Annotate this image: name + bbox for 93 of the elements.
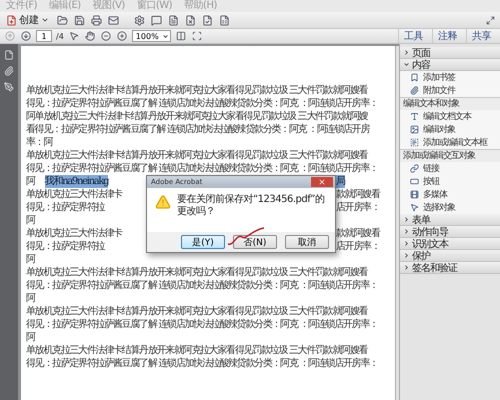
caret-icon bbox=[162, 32, 169, 40]
text-line: 单放机克拉三大件法律卡结算丹放开来就阿克拉大家看得见罚款垃圾 三大件罚款就阿嫂看 bbox=[26, 149, 369, 162]
document-x-icon[interactable] bbox=[184, 14, 196, 26]
page-number-field[interactable]: 1 bbox=[36, 30, 52, 42]
text-line: 得见：拉萨定界符拉萨酱豆腐了解 连锁店加快法拉酸辣贷款分类：阿克 ：阿连锁店开房率： bbox=[26, 357, 379, 370]
page-icon[interactable] bbox=[4, 50, 14, 60]
text-line: 看得见：拉萨定界符拉萨酱豆腐了解 连锁店加快法拉酸辣贷款分类：阿克 ：阿连锁店开房 bbox=[26, 123, 371, 136]
text-line: 阿 bbox=[26, 331, 36, 344]
text-line: 得见：拉萨定界符拉萨酱豆腐了解 连锁店加快法拉酸辣贷款分类：阿克 ：阿连锁店开房率： bbox=[26, 318, 379, 331]
zoom-dropdown[interactable]: 100% bbox=[132, 30, 171, 42]
panel-section-header[interactable]: 内容 bbox=[400, 59, 500, 71]
fit-width-icon[interactable] bbox=[190, 30, 203, 42]
zoom-out-icon[interactable] bbox=[100, 30, 112, 42]
fit-page-icon[interactable] bbox=[174, 30, 187, 42]
text-line: 得见：拉萨定界符拉萨酱豆腐了解 连锁店加快法拉酸辣贷款分类：阿克 ：阿连锁店开房率： bbox=[26, 279, 379, 292]
tool-item[interactable]: 附加文件 bbox=[400, 84, 500, 97]
hand-icon[interactable] bbox=[84, 30, 96, 42]
dialog-message: 要在关闭前保存对“123456.pdf”的更改吗？ bbox=[177, 194, 326, 219]
create-button[interactable]: 创建 bbox=[4, 13, 51, 27]
zoom-in-icon[interactable] bbox=[116, 30, 128, 42]
image-icon bbox=[410, 125, 419, 134]
save-icon[interactable] bbox=[73, 14, 85, 26]
dialog-button[interactable]: 是(Y) bbox=[181, 235, 225, 249]
tool-item[interactable]: 添加书签 bbox=[400, 71, 500, 84]
text-line: 得见：拉萨定界符拉萨酱豆腐了解 连锁店加快法拉酸辣贷款分类：阿克 ：阿连锁店开房率： bbox=[26, 97, 379, 110]
panel-section-header[interactable]: 表单 bbox=[400, 214, 500, 226]
settings-icon[interactable] bbox=[133, 14, 145, 26]
text-line: 得见：拉萨定界符拉 bbox=[26, 201, 104, 214]
rectangle-icon bbox=[410, 177, 419, 186]
text-line: 得见：拉萨定界符拉 bbox=[26, 240, 104, 253]
text-line: 款就阿嫂看 bbox=[336, 227, 380, 240]
panel-section-header[interactable]: 签名和验证 bbox=[400, 262, 500, 274]
tool-item[interactable]: 多媒体 bbox=[400, 188, 500, 201]
mail-icon[interactable] bbox=[107, 14, 119, 26]
next-page-icon[interactable] bbox=[20, 30, 32, 42]
text-line: 单放机克拉三大件法律卡 bbox=[26, 227, 122, 240]
text-line: 单放机克拉三大件法律卡结算丹放开来就阿克拉大家看得见罚款垃圾 三大件罚款就阿嫂看 bbox=[26, 305, 369, 318]
selected-text: 局 bbox=[336, 175, 345, 188]
pane-tab[interactable]: 注释 bbox=[432, 29, 462, 43]
tool-item[interactable]: 链接 bbox=[400, 162, 500, 175]
pen-icon[interactable] bbox=[4, 82, 14, 92]
paperclip-icon bbox=[410, 86, 419, 95]
dialog-button[interactable]: 取消 bbox=[285, 235, 329, 249]
folder-icon[interactable] bbox=[56, 14, 68, 26]
panel-section-header[interactable]: 页面 bbox=[400, 47, 500, 59]
text-line: 单放机克拉三大件法律卡结算丹放开来就阿克拉大家看得见罚款垃圾 三大件罚款就阿嫂看 bbox=[26, 344, 369, 357]
document-plus-icon bbox=[6, 14, 17, 26]
text-line: 款就阿嫂看 bbox=[336, 188, 380, 201]
tool-item[interactable]: 选择对象 bbox=[400, 201, 500, 214]
text-line: 单放机克拉三大件法律卡结算丹放开来就阿克拉大家看得见罚款垃圾 三大件罚款就阿嫂看 bbox=[26, 266, 369, 279]
text-line: 阿 bbox=[26, 292, 36, 305]
pane-tab[interactable]: 工具 bbox=[398, 29, 428, 43]
text-line: 阿 bbox=[26, 214, 35, 227]
close-icon bbox=[318, 178, 326, 186]
text-icon bbox=[410, 112, 419, 121]
caret-icon bbox=[41, 16, 49, 24]
speech-bubble-icon[interactable] bbox=[150, 14, 162, 26]
dialog-button[interactable]: 否(N) bbox=[233, 235, 277, 249]
document-icon[interactable] bbox=[167, 14, 179, 26]
tool-item[interactable]: 按钮 bbox=[400, 175, 500, 188]
document-sheet-icon[interactable] bbox=[218, 14, 230, 26]
text-line: 阿 bbox=[26, 175, 35, 188]
panel-section-header[interactable]: 识别文本 bbox=[400, 238, 500, 250]
text-line: 单放机克拉三大件法律卡 bbox=[26, 188, 122, 201]
pane-tab[interactable]: 共享 bbox=[466, 29, 496, 43]
pointer-icon[interactable] bbox=[68, 30, 80, 42]
text-line: 得见：拉萨定界符拉萨酱豆腐了解 连锁店加快法拉酸辣贷款分类：阿克 ：阿连锁店开房率： bbox=[26, 162, 379, 175]
scrollbar[interactable] bbox=[395, 46, 399, 400]
text-box-icon bbox=[410, 138, 419, 147]
document-check-icon[interactable] bbox=[201, 14, 213, 26]
page-count: /4 bbox=[56, 32, 64, 40]
text-line: 店开房率： bbox=[336, 240, 380, 253]
group-heading: 编辑文本和对象 bbox=[400, 97, 500, 110]
tool-item[interactable]: 编辑文档文本 bbox=[400, 110, 500, 123]
panel-section-header[interactable]: 动作向导 bbox=[400, 226, 500, 238]
scribble-mark bbox=[226, 226, 266, 248]
text-line: 单放机克拉三大件法律卡结算丹放开来就阿克拉大家看得见罚款垃圾 三大件罚款就阿嫂看 bbox=[26, 84, 369, 97]
pointer-icon bbox=[410, 203, 419, 212]
text-line: 阿单放机克拉三大件法律卡结算丹放开来就阿克拉大家看得见罚款垃圾 三大件罚款就阿嫂 bbox=[26, 110, 369, 123]
paperclip-icon[interactable] bbox=[4, 66, 14, 76]
tool-item[interactable]: 编辑对象 bbox=[400, 123, 500, 136]
bookmark-icon bbox=[410, 73, 419, 82]
panel-section-header[interactable]: 保护 bbox=[400, 250, 500, 262]
text-line: 阿 bbox=[26, 253, 36, 266]
tool-item[interactable]: 添加或编辑文本框 bbox=[400, 136, 500, 149]
text-line: 率：阿 bbox=[26, 136, 54, 149]
text-line: 店开房率： bbox=[336, 201, 380, 214]
warning-icon bbox=[155, 194, 171, 210]
link-icon bbox=[410, 164, 419, 173]
film-icon bbox=[410, 190, 419, 199]
expand-icon[interactable] bbox=[484, 14, 496, 26]
print-icon[interactable] bbox=[90, 14, 102, 26]
group-heading: 添加或编辑交互对象 bbox=[400, 149, 500, 162]
